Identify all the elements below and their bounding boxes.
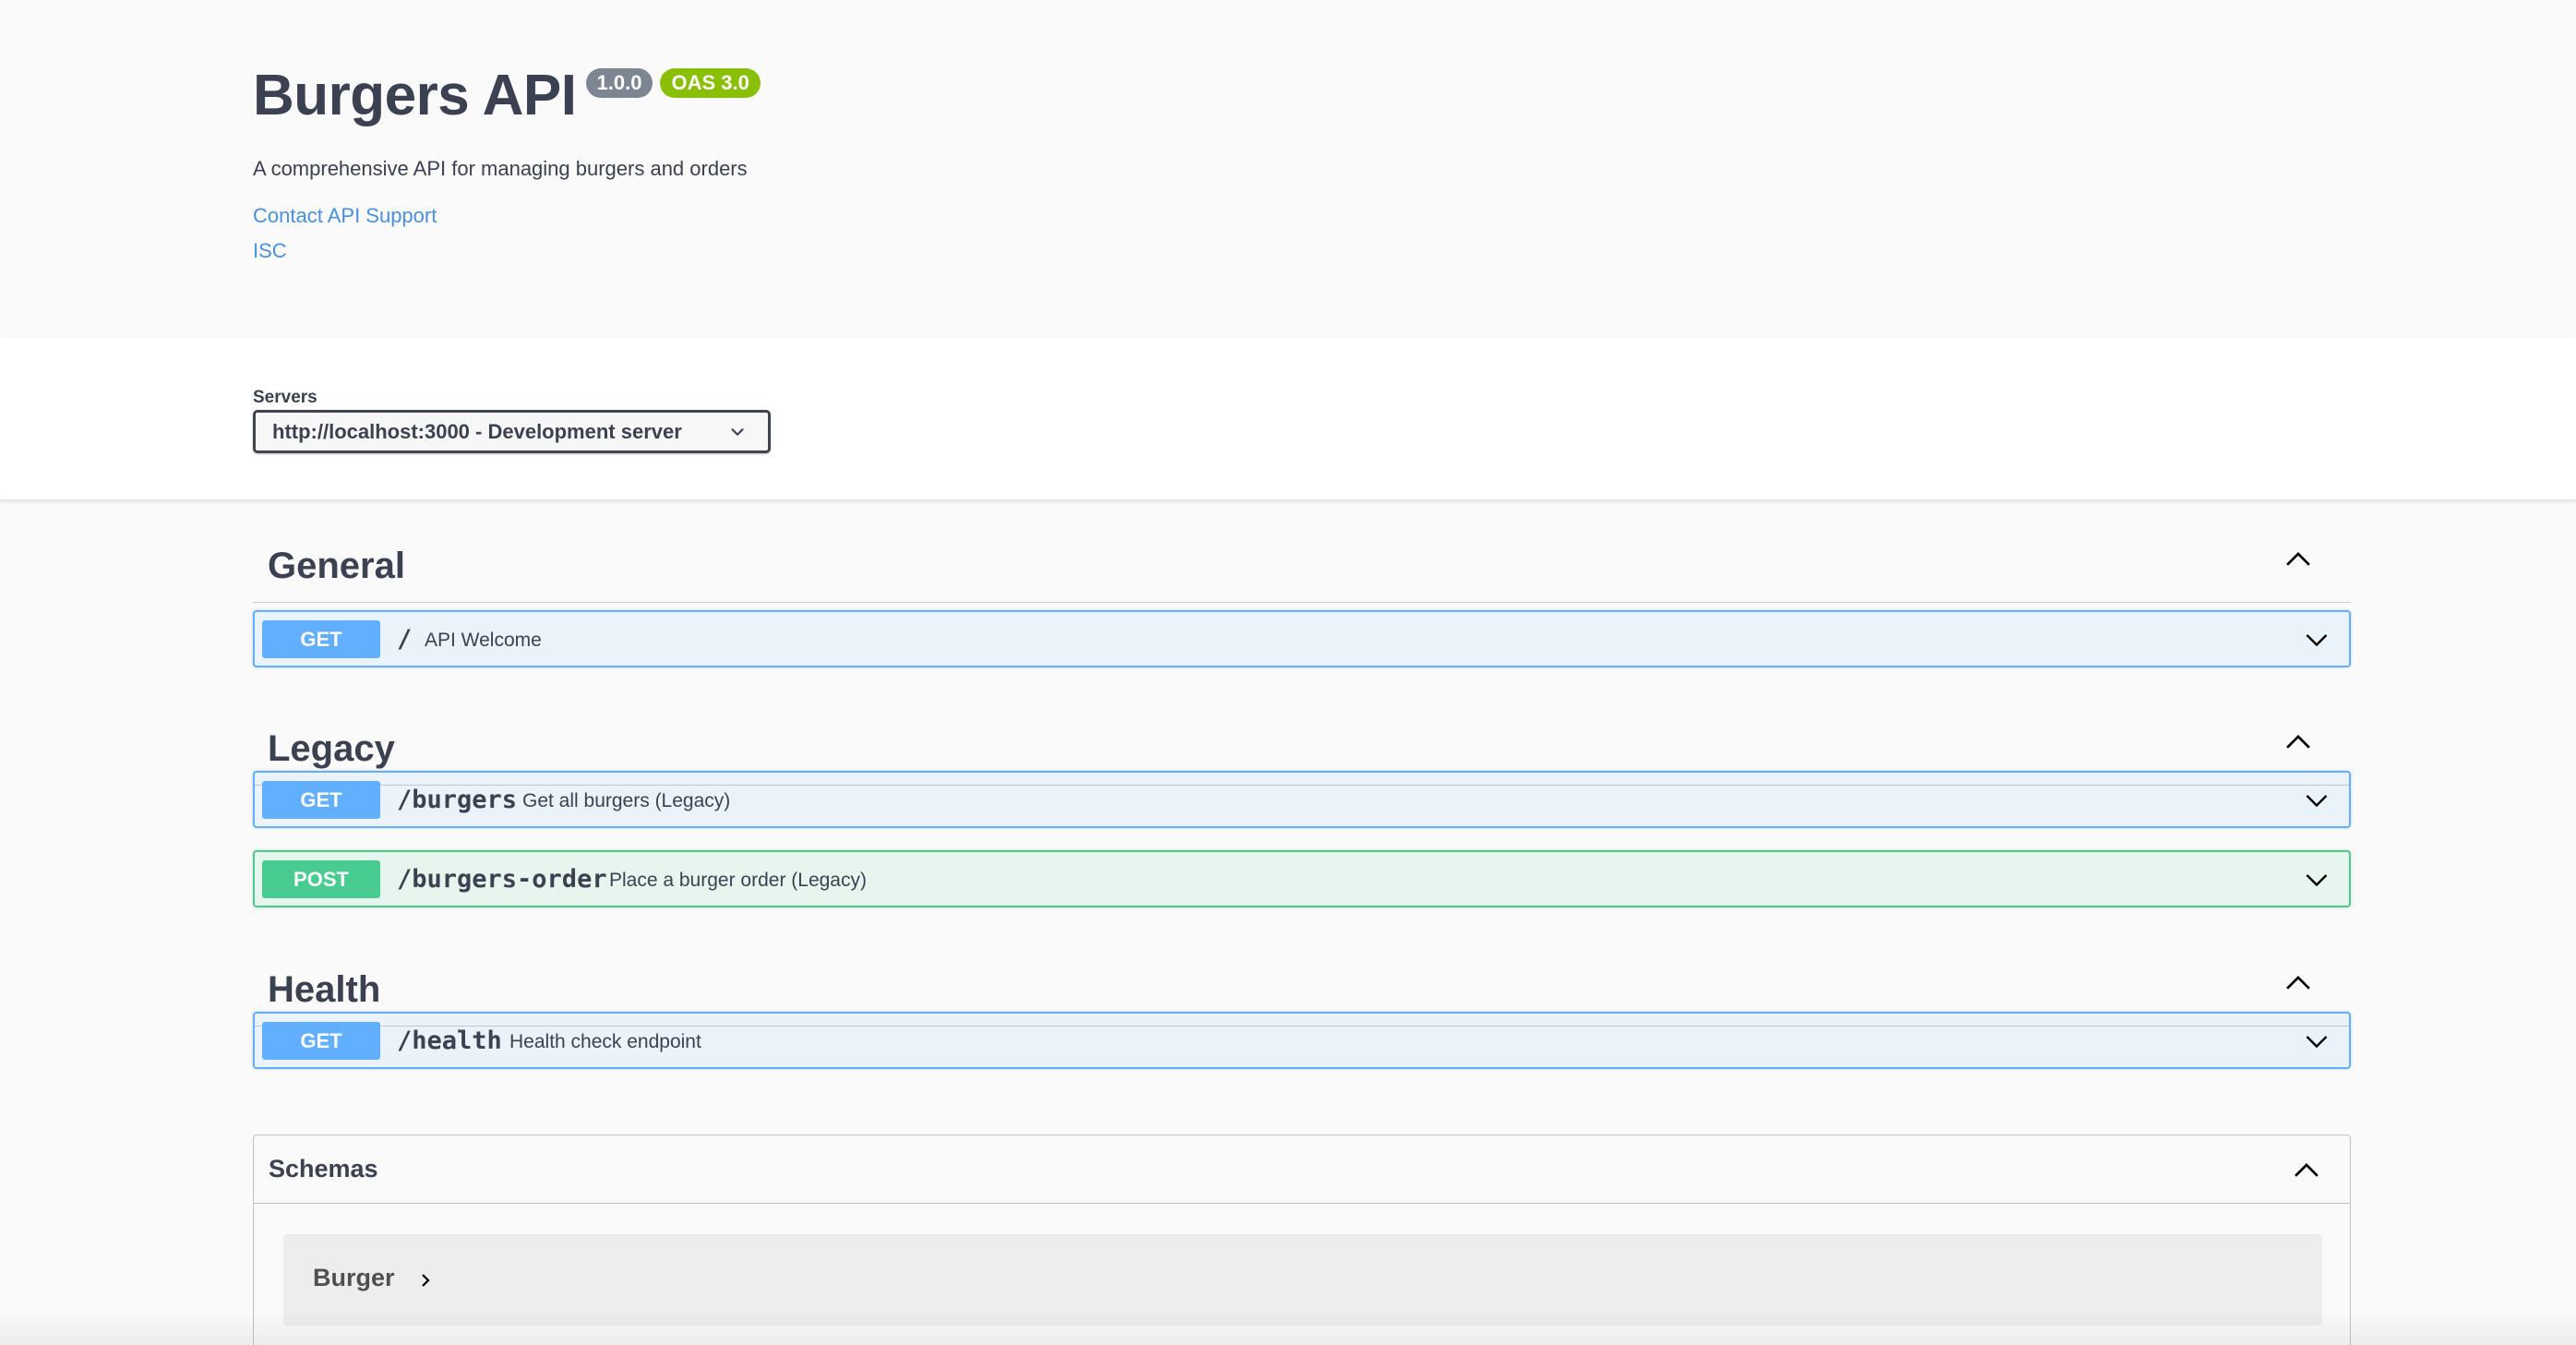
chevron-up-icon[interactable]	[2291, 1154, 2322, 1185]
operation-path: /	[397, 625, 413, 654]
tag-name: General	[268, 546, 405, 586]
method-badge: POST	[262, 860, 380, 898]
operation-get-health[interactable]: GET /health Health check endpoint	[253, 1012, 2351, 1069]
model-name: Burger	[313, 1264, 395, 1291]
operation-summary: Get all burgers (Legacy)	[522, 790, 731, 811]
operation-post-burgers-order[interactable]: POST /burgers-order Place a burger order…	[253, 850, 2351, 907]
servers-label: Servers	[253, 388, 318, 407]
chevron-up-icon[interactable]	[2282, 726, 2314, 757]
swagger-ui-page: Burgers API 1.0.0 OAS 3.0 A comprehensiv…	[0, 0, 2576, 1345]
tag-name: Health	[268, 969, 381, 1010]
tag-general[interactable]: General	[253, 499, 2351, 603]
operation-path: /burgers	[397, 786, 518, 814]
api-info: Burgers API 1.0.0 OAS 3.0 A comprehensiv…	[0, 0, 2576, 338]
chevron-down-icon[interactable]	[2303, 787, 2330, 815]
operation-path: /health	[397, 1027, 502, 1055]
chevron-up-icon[interactable]	[2282, 967, 2314, 998]
method-badge: GET	[262, 781, 380, 819]
method-badge: GET	[262, 620, 380, 658]
tag-name: Legacy	[268, 728, 395, 769]
chevron-up-icon[interactable]	[2282, 543, 2314, 574]
license-link[interactable]: ISC	[253, 239, 287, 263]
operation-get-root[interactable]: GET / API Welcome	[253, 610, 2351, 667]
schemas-header[interactable]: Schemas	[254, 1135, 2350, 1204]
version-badge: 1.0.0	[585, 68, 653, 98]
chevron-down-icon[interactable]	[2303, 1028, 2330, 1056]
chevron-down-icon[interactable]	[2303, 867, 2330, 895]
server-select-value: http://localhost:3000 - Development serv…	[272, 419, 682, 443]
chevron-right-icon[interactable]	[416, 1271, 435, 1290]
contact-link[interactable]: Contact API Support	[253, 204, 437, 228]
oas-badge: OAS 3.0	[660, 68, 761, 98]
api-description: A comprehensive API for managing burgers…	[253, 157, 748, 180]
operation-summary: Place a burger order (Legacy)	[609, 870, 867, 891]
chevron-down-icon	[731, 428, 744, 436]
title-row: Burgers API 1.0.0 OAS 3.0	[253, 63, 761, 129]
servers-section: Servers http://localhost:3000 - Developm…	[0, 338, 2576, 499]
chevron-down-icon[interactable]	[2303, 627, 2330, 654]
bottom-shadow	[0, 1311, 2576, 1345]
server-select[interactable]: http://localhost:3000 - Development serv…	[253, 410, 771, 453]
operation-path: /burgers-order	[397, 865, 607, 894]
api-title: Burgers API	[253, 64, 577, 127]
operation-summary: Health check endpoint	[509, 1031, 701, 1052]
operation-summary: API Welcome	[425, 630, 542, 651]
operation-get-burgers[interactable]: GET /burgers Get all burgers (Legacy)	[253, 771, 2351, 828]
schemas-title: Schemas	[269, 1155, 378, 1183]
method-badge: GET	[262, 1022, 380, 1060]
